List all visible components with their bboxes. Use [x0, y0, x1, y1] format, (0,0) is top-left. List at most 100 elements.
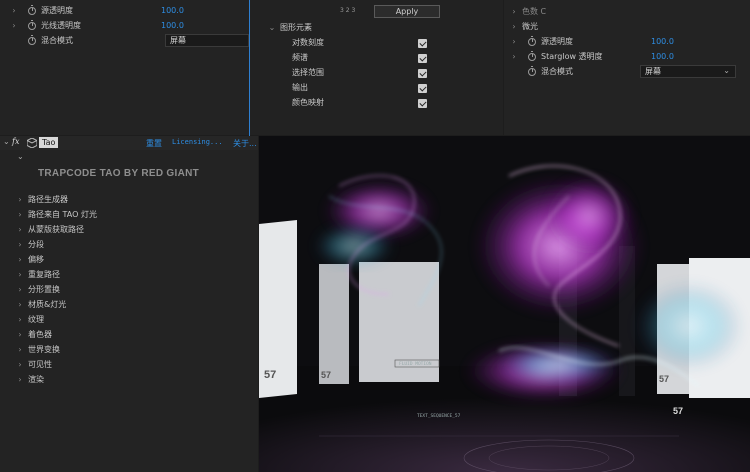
screen-number: 57: [673, 406, 683, 416]
chevron-right-icon[interactable]: ›: [16, 345, 24, 354]
effect-group-label: 从蒙版获取路径: [28, 225, 84, 234]
checkbox-label: 颜色映射: [292, 98, 324, 107]
checkbox[interactable]: [418, 84, 427, 93]
property-label: Starglow 透明度: [541, 52, 603, 61]
chevron-down-icon[interactable]: ⌄: [3, 137, 10, 146]
checkbox-label: 输出: [292, 83, 308, 92]
blend-mode-select[interactable]: 屏幕 ⌄: [640, 65, 736, 78]
fx-toggle[interactable]: fx: [12, 137, 19, 146]
effect-group-item[interactable]: › 偏移: [0, 252, 258, 267]
checkbox-label: 频谱: [292, 53, 308, 62]
render-scene: 57 57 57 57 FLUID MOTION TEXT_SEQUENCE_5…: [259, 136, 750, 472]
stopwatch-icon[interactable]: [28, 19, 36, 30]
property-value[interactable]: 100.0: [161, 21, 184, 30]
effect-controls-right-panel: › 色数 C › 微光 › 源透明度 100.0 › Starglow 透明度 …: [504, 0, 750, 135]
plugin-cube-icon: [26, 137, 38, 149]
property-row-source-opacity[interactable]: › 源透明度 100.0: [10, 3, 249, 18]
chevron-right-icon[interactable]: ›: [10, 21, 18, 30]
chevron-right-icon[interactable]: ›: [16, 240, 24, 249]
effect-group-item[interactable]: › 着色器: [0, 327, 258, 342]
reset-link[interactable]: 重置: [146, 138, 162, 149]
effect-group-label: 分形置换: [28, 285, 60, 294]
effect-group-item[interactable]: › 从蒙版获取路径: [0, 222, 258, 237]
effect-groups-panel: ⌄ TRAPCODE TAO BY RED GIANT › 路径生成器 › 路径来自…: [0, 150, 258, 472]
group-graphic-elements[interactable]: ⌄ 图形元素: [268, 20, 312, 35]
stopwatch-icon[interactable]: [28, 4, 36, 15]
chevron-right-icon[interactable]: ›: [10, 6, 18, 15]
group-label: 图形元素: [280, 23, 312, 32]
effect-group-label: 路径来自 TAO 灯光: [28, 210, 97, 219]
licensing-link[interactable]: Licensing...: [172, 138, 223, 146]
select-value: 屏幕: [645, 67, 661, 76]
effect-group-item[interactable]: › 重复路径: [0, 267, 258, 282]
chevron-right-icon[interactable]: ›: [16, 195, 24, 204]
property-row-truncated[interactable]: › 色数 C: [510, 4, 546, 19]
apply-button[interactable]: Apply: [374, 5, 440, 18]
checkbox-row: 输出: [292, 80, 308, 95]
center-left-display-panel: [319, 264, 349, 384]
chevron-right-icon[interactable]: ›: [16, 255, 24, 264]
chevron-right-icon[interactable]: ›: [16, 315, 24, 324]
chevron-down-icon: ⌄: [723, 66, 730, 75]
checkbox-row: 选择范围: [292, 65, 324, 80]
about-link[interactable]: 关于...: [233, 138, 257, 149]
effect-header-bar: ⌄ fx Tao 重置 Licensing... 关于...: [0, 136, 258, 150]
chevron-down-icon[interactable]: ⌄: [17, 152, 24, 161]
checkbox[interactable]: [418, 69, 427, 78]
property-row-light-opacity[interactable]: › 光线透明度 100.0: [10, 18, 249, 33]
property-row-blend-mode: 混合模式: [510, 64, 573, 79]
effect-group-item[interactable]: › 分段: [0, 237, 258, 252]
stopwatch-icon[interactable]: [528, 50, 536, 61]
property-value[interactable]: 100.0: [161, 6, 184, 15]
hud-label: TEXT_SEQUENCE_57: [417, 413, 461, 419]
checkbox[interactable]: [418, 54, 427, 63]
chevron-right-icon[interactable]: ›: [16, 375, 24, 384]
blend-mode-select[interactable]: 屏幕: [165, 34, 249, 47]
effect-name[interactable]: Tao: [39, 137, 59, 148]
effect-group-item[interactable]: › 渲染: [0, 372, 258, 387]
property-row-starglow-opacity[interactable]: › Starglow 透明度 100.0: [510, 49, 750, 64]
chevron-right-icon[interactable]: ›: [510, 7, 518, 16]
hud-label: FLUID MOTION: [399, 361, 432, 367]
effect-group-item[interactable]: › 世界变换: [0, 342, 258, 357]
checkbox-label: 对数刻度: [292, 38, 324, 47]
effect-group-item[interactable]: › 分形置换: [0, 282, 258, 297]
group-glow[interactable]: › 微光: [510, 19, 538, 34]
property-value[interactable]: 100.0: [651, 52, 674, 61]
chevron-right-icon[interactable]: ›: [510, 22, 518, 31]
effect-group-label: 路径生成器: [28, 195, 68, 204]
screen-number: 57: [321, 370, 331, 380]
effect-group-label: 分段: [28, 240, 44, 249]
chevron-right-icon[interactable]: ›: [510, 37, 518, 46]
stopwatch-icon[interactable]: [28, 34, 36, 45]
chevron-right-icon[interactable]: ›: [16, 360, 24, 369]
property-label: 光线透明度: [41, 21, 81, 30]
toolbar-glyph: 3 2 3: [340, 7, 356, 14]
stopwatch-icon[interactable]: [528, 35, 536, 46]
chevron-down-icon[interactable]: ⌄: [268, 23, 276, 32]
effect-group-item[interactable]: › 可见性: [0, 357, 258, 372]
effect-group-item[interactable]: › 纹理: [0, 312, 258, 327]
checkbox[interactable]: [418, 39, 427, 48]
property-row-source-opacity[interactable]: › 源透明度 100.0: [510, 34, 750, 49]
checkbox[interactable]: [418, 99, 427, 108]
stopwatch-icon[interactable]: [528, 65, 536, 76]
effect-group-item[interactable]: › 路径生成器: [0, 192, 258, 207]
chevron-right-icon[interactable]: ›: [16, 210, 24, 219]
checkbox-label: 选择范围: [292, 68, 324, 77]
chevron-right-icon[interactable]: ›: [16, 300, 24, 309]
effect-controls-left-panel: › 源透明度 100.0 › 光线透明度 100.0 混合模式 屏幕: [0, 0, 249, 135]
composition-viewer[interactable]: 57 57 57 57 FLUID MOTION TEXT_SEQUENCE_5…: [259, 136, 750, 472]
chevron-right-icon[interactable]: ›: [16, 285, 24, 294]
effect-group-item[interactable]: › 路径来自 TAO 灯光: [0, 207, 258, 222]
property-label: 色数 C: [522, 7, 547, 16]
chevron-right-icon[interactable]: ›: [16, 330, 24, 339]
effect-group-item[interactable]: › 材质&灯光: [0, 297, 258, 312]
effect-group-label: 可见性: [28, 360, 52, 369]
chevron-right-icon[interactable]: ›: [16, 270, 24, 279]
effect-group-label: 纹理: [28, 315, 44, 324]
property-value[interactable]: 100.0: [651, 37, 674, 46]
chevron-right-icon[interactable]: ›: [510, 52, 518, 61]
effect-group-label: 重复路径: [28, 270, 60, 279]
chevron-right-icon[interactable]: ›: [16, 225, 24, 234]
